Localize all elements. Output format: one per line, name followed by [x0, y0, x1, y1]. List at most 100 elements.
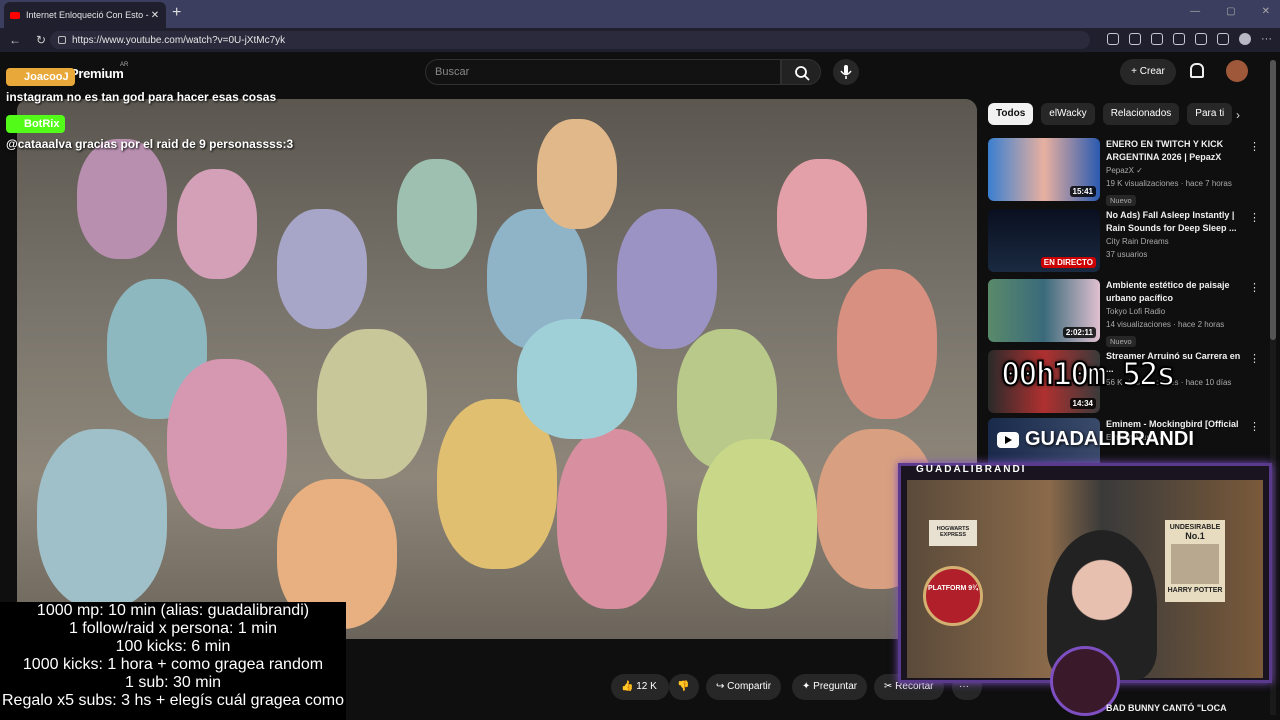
thumbs-up-icon: 👍	[621, 681, 637, 692]
recommendation-item[interactable]: EN DIRECTO No Ads) Fall Asleep Instantly…	[988, 209, 1260, 275]
video-meta: 14 visualizaciones · hace 2 horas	[1106, 320, 1225, 329]
browser-tab[interactable]: Internet Enloqueció Con Esto - Yo ✕	[4, 2, 166, 28]
video-title[interactable]: ENERO EN TWITCH Y KICK ARGENTINA 2026 | …	[1106, 138, 1248, 164]
favorite-star-icon[interactable]	[1129, 33, 1141, 45]
more-options-icon[interactable]: ⋮	[1249, 420, 1260, 433]
browser-tab-bar: Internet Enloqueció Con Esto - Yo ✕ + — …	[0, 0, 1280, 28]
subathon-rules-panel: 1000 mp: 10 min (alias: guadalibrandi) 1…	[0, 602, 346, 720]
new-badge: Nuevo	[1106, 336, 1136, 347]
create-button[interactable]: + Crear	[1120, 59, 1176, 85]
thumbs-down-icon: 👎	[677, 681, 690, 692]
scrollbar-thumb[interactable]	[1270, 60, 1276, 340]
channel-name[interactable]: Tokyo Lofi Radio	[1106, 305, 1248, 318]
chat-bot-badge: BotRix	[6, 115, 66, 133]
live-badge: EN DIRECTO	[1040, 257, 1096, 268]
recommendation-item[interactable]: 15:41 ENERO EN TWITCH Y KICK ARGENTINA 2…	[988, 138, 1260, 206]
video-title[interactable]: Ambiente estético de paisaje urbano pací…	[1106, 279, 1248, 305]
notifications-bell-icon[interactable]	[1190, 63, 1204, 78]
youtube-logo-icon	[997, 431, 1019, 448]
like-count: 12 K	[636, 681, 657, 692]
poster-heading: UNDESIRABLE	[1169, 524, 1221, 531]
close-window-button[interactable]: ✕	[1262, 6, 1270, 17]
minimize-button[interactable]: —	[1190, 6, 1200, 17]
youtube-header: Premium AR Buscar + Crear	[0, 52, 1280, 92]
search-input[interactable]: Buscar	[425, 59, 781, 85]
poster-name: HARRY POTTER	[1167, 587, 1223, 594]
microphone-icon	[840, 65, 852, 79]
dislike-button[interactable]: 👎	[669, 674, 699, 700]
recommendation-item[interactable]: 2:02:11 Ambiente estético de paisaje urb…	[988, 279, 1260, 347]
search-icon	[795, 66, 810, 81]
tab-close-icon[interactable]: ✕	[150, 10, 160, 21]
chip-elwacky[interactable]: elWacky	[1041, 103, 1095, 125]
webcam-label: GUADALIBRANDI	[916, 464, 1027, 475]
chip-para-ti[interactable]: Para ti	[1187, 103, 1233, 125]
video-meta: 37 usuarios	[1106, 250, 1148, 259]
menu-icon[interactable]: ···	[1261, 33, 1272, 45]
hogwarts-sign: HOGWARTS EXPRESS	[929, 520, 977, 546]
more-options-icon[interactable]: ⋮	[1249, 281, 1260, 294]
shield-icon[interactable]	[1217, 33, 1229, 45]
share-button[interactable]: ↪ Compartir	[706, 674, 782, 700]
video-duration: 14:34	[1069, 398, 1096, 409]
voice-search-button[interactable]	[833, 59, 859, 85]
chat-message: @cataaalva gracias por el raid de 9 pers…	[6, 137, 294, 151]
streamer-youtube-tag: GUADALIBRANDI	[997, 428, 1194, 451]
profile-avatar-icon[interactable]	[1239, 33, 1251, 45]
new-tab-button[interactable]: +	[172, 4, 181, 22]
rule-line: 100 kicks: 6 min	[115, 638, 231, 655]
video-duration: 15:41	[1069, 186, 1096, 197]
video-thumbnail[interactable]: 15:41	[988, 138, 1100, 201]
video-player[interactable]	[17, 99, 977, 639]
back-icon[interactable]: ←	[4, 33, 26, 47]
browser-toolbar: ···	[1107, 33, 1272, 45]
search-button[interactable]	[781, 59, 821, 85]
chat-user-badge: JoacooJ	[6, 68, 75, 86]
refresh-sync-icon[interactable]	[1173, 33, 1185, 45]
share-label: Compartir	[727, 681, 772, 692]
maximize-button[interactable]: ▢	[1226, 6, 1235, 17]
extensions-icon[interactable]	[1151, 33, 1163, 45]
ask-button[interactable]: ✦ Preguntar	[792, 674, 868, 700]
region-code: AR	[120, 62, 129, 68]
channel-name[interactable]: PepazX ✓	[1106, 164, 1248, 177]
ask-label: Preguntar	[813, 681, 858, 692]
share-icon: ↪	[716, 681, 728, 692]
poster-number: No.1	[1185, 531, 1205, 541]
youtube-logo[interactable]: Premium	[70, 66, 124, 81]
recommendation-chips: Todos elWacky Relacionados Para ti	[988, 103, 1233, 125]
favorites-icon[interactable]	[1195, 33, 1207, 45]
youtube-favicon-icon	[10, 11, 20, 19]
channel-name[interactable]: City Rain Dreams	[1106, 235, 1248, 248]
streamer-name: GUADALIBRANDI	[1025, 428, 1194, 450]
chevron-right-icon[interactable]: ›	[1236, 108, 1240, 122]
split-screen-icon[interactable]	[1107, 33, 1119, 45]
more-options-icon[interactable]: ⋮	[1249, 140, 1260, 153]
chip-todos[interactable]: Todos	[988, 103, 1034, 125]
address-bar: ← ↻ https://www.youtube.com/watch?v=0U-j…	[0, 28, 1280, 52]
more-options-icon[interactable]: ⋮	[1249, 352, 1260, 365]
url-field[interactable]: https://www.youtube.com/watch?v=0U-jXtMc…	[50, 31, 1090, 49]
rule-line: 1000 mp: 10 min (alias: guadalibrandi)	[36, 602, 310, 619]
account-avatar[interactable]	[1226, 60, 1248, 82]
video-thumbnail[interactable]: EN DIRECTO	[988, 209, 1100, 272]
platform-sign: PLATFORM 9¾	[923, 566, 983, 626]
video-duration: 2:02:11	[1062, 327, 1096, 338]
subathon-timer: 00h10m 52s	[1000, 354, 1177, 394]
site-info-icon[interactable]	[58, 36, 66, 44]
video-meta: 19 K visualizaciones · hace 7 horas	[1106, 179, 1232, 188]
scissors-icon: ✂	[884, 681, 896, 692]
video-title[interactable]: BAD BUNNY CANTÓ "LOCA	[1106, 703, 1227, 713]
new-badge: Nuevo	[1106, 195, 1136, 206]
more-options-icon[interactable]: ⋮	[1249, 211, 1260, 224]
chat-message: instagram no es tan god para hacer esas …	[6, 90, 277, 104]
like-button[interactable]: 👍 12 K	[611, 674, 669, 700]
chip-relacionados[interactable]: Relacionados	[1102, 103, 1180, 125]
wanted-poster: UNDESIRABLE No.1 HARRY POTTER	[1165, 520, 1225, 602]
video-thumbnail[interactable]: 2:02:11	[988, 279, 1100, 342]
rule-line: 1 follow/raid x persona: 1 min	[68, 620, 278, 637]
reload-icon[interactable]: ↻	[30, 33, 52, 47]
window-controls: — ▢ ✕	[1190, 6, 1270, 17]
video-title[interactable]: No Ads) Fall Asleep Instantly | Rain Sou…	[1106, 209, 1248, 235]
video-frame-care-bears	[17, 99, 977, 639]
